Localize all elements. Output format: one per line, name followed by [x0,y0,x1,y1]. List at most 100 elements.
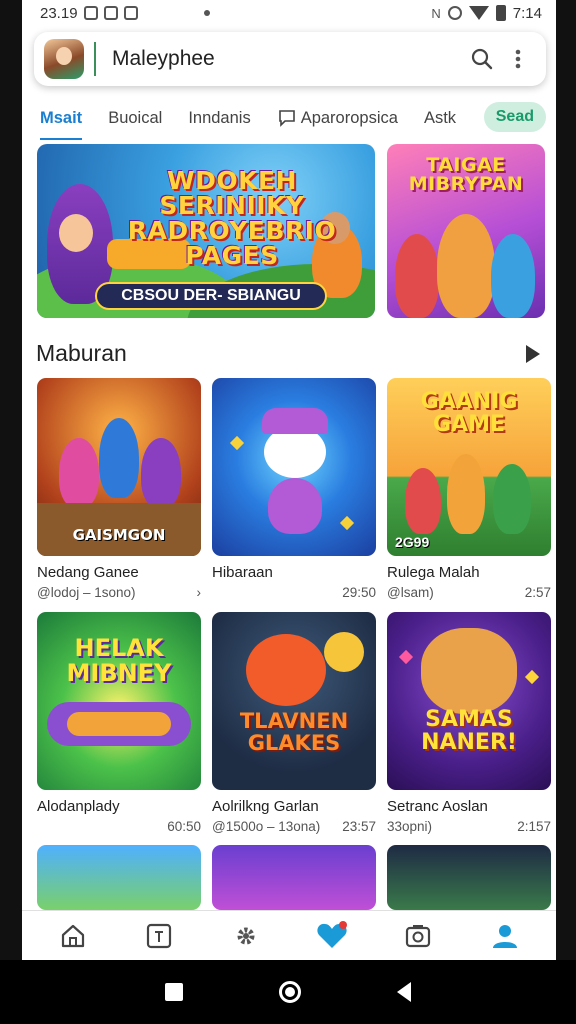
game-info: 33opni) [387,819,433,834]
thumb-fox [246,634,326,706]
thumb-character [99,418,139,498]
banner-character [491,234,535,318]
thumb-label: TLAVNEN GLAKES [239,709,349,756]
game-thumbnail[interactable]: GAISMGON [37,378,201,556]
game-card[interactable]: Hibaraan 29:50 [212,378,376,600]
back-icon[interactable] [397,982,411,1002]
banner-character-face [59,214,93,252]
game-card[interactable]: SAMAS NANER! Setranc Aoslan 33opni) 2:15… [387,612,551,834]
game-thumbnail[interactable] [387,845,551,910]
section-title: Maburan [36,340,127,366]
thumb-vehicle-top [67,712,171,736]
tab-label: Inndanis [188,108,251,127]
status-bar: 23.19 N 7:14 [22,0,556,26]
library-icon[interactable] [139,916,179,956]
tab-inndanis[interactable]: Inndanis [188,109,250,128]
game-title: Alodanplady [37,798,120,815]
game-duration: 23:57 [342,819,376,834]
banner-title: WDOKEH SERINIIKY RADROYEBRIO PAGES [127,166,337,270]
sparkle-icon [524,669,540,685]
game-thumbnail[interactable]: GAANIG GAME 2G99 [387,378,551,556]
tab-aparoropsica[interactable]: Aparoropsica [277,108,398,128]
game-title: Aolrilkng Garlan [212,798,319,815]
game-thumbnail[interactable]: SAMAS NANER! [387,612,551,790]
thumb-character [447,454,485,534]
app-screen: 23.19 N 7:14 Maleyphee Msait Buoical Inn… [22,0,556,960]
game-thumbnail[interactable]: HELAK MIBNEY [37,612,201,790]
system-navigation [0,960,576,1024]
game-title: Nedang Ganee [37,564,139,581]
game-duration: › [196,585,202,600]
thumb-character [493,464,531,534]
featured-banner[interactable]: WDOKEH SERINIIKY RADROYEBRIO PAGES CBSOU… [37,144,375,318]
game-meta: @1500o – 13ona) 23:57 [212,819,376,834]
home-button-icon[interactable] [279,981,301,1003]
thumb-label: HELAK MIBNEY [66,634,172,688]
game-card[interactable]: GAISMGON Nedang Ganee @lodoj – 1sono) › [37,378,201,600]
status-clock: 7:14 [512,4,542,22]
game-meta: 29:50 [212,585,376,600]
divider [94,42,96,76]
thumb-cat-hat [262,408,328,434]
signal-icon: N [431,5,441,21]
avatar[interactable] [44,39,84,79]
chart-icon [103,6,118,20]
game-thumbnail[interactable] [37,845,201,910]
game-thumbnail[interactable]: TLAVNEN GLAKES [212,612,376,790]
game-thumbnail[interactable] [212,845,376,910]
game-info: @lsam) [387,585,434,600]
game-duration: 2:157 [517,819,551,834]
thumb-badge: 2G99 [395,534,430,550]
status-time: 23.19 [40,4,78,22]
game-info: @lodoj – 1sono) [37,585,136,600]
settings-gear-icon[interactable] [226,916,266,956]
banner-character [395,234,439,318]
dot-icon [203,10,210,16]
game-info: @1500o – 13ona) [212,819,321,834]
wifi-icon [468,6,489,20]
thumb-label: SAMAS NANER! [421,707,517,756]
banner-pill[interactable]: CBSOU DER- SBIANGU [95,282,327,310]
home-icon[interactable] [53,916,93,956]
more-options-icon[interactable] [500,41,536,77]
favorites-icon[interactable] [312,916,352,956]
settings-icon [123,6,138,20]
game-meta: @lodoj – 1sono) › [37,585,201,600]
bottom-navigation [22,910,556,960]
game-duration: 60:50 [167,819,201,834]
camera-icon[interactable] [398,916,438,956]
game-card[interactable]: HELAK MIBNEY Alodanplady 60:50 [37,612,201,834]
profile-icon[interactable] [485,916,525,956]
thumb-character [59,438,99,508]
category-tabs: Msait Buoical Inndanis Aparoropsica Astk… [22,96,556,140]
game-title: Rulega Malah [387,564,480,581]
game-thumbnail[interactable] [212,378,376,556]
recent-apps-icon[interactable] [165,983,183,1001]
search-bar[interactable]: Maleyphee [34,32,546,86]
tab-astk[interactable]: Astk [424,109,456,128]
tab-label: Buoical [108,108,163,127]
tab-sead[interactable]: Sead [483,102,546,132]
thumb-horn [324,632,364,672]
sparkle-icon [339,515,355,531]
game-duration: 2:57 [524,585,551,600]
game-card[interactable]: TLAVNEN GLAKES Aolrilkng Garlan @1500o –… [212,612,376,834]
game-title: Hibaraan [212,564,273,581]
game-card[interactable]: GAANIG GAME 2G99 Rulega Malah @lsam) 2:5… [387,378,551,600]
game-meta: 33opni) 2:157 [387,819,551,834]
search-icon[interactable] [464,41,500,77]
section-arrow-icon[interactable] [526,345,540,363]
notification-icon [83,6,98,20]
tab-label: Aparoropsica [300,108,398,127]
search-input[interactable]: Maleyphee [112,47,464,71]
thumb-cat [421,628,517,714]
tab-label: Msait [40,108,83,127]
tab-buoical[interactable]: Buoical [108,109,162,128]
featured-banner-secondary[interactable]: TAIGAE MIBRYPAN [387,144,545,318]
sparkle-icon [398,649,414,665]
thumb-cat-body [268,478,322,534]
tab-msait[interactable]: Msait [40,108,83,140]
thumb-character [405,468,441,534]
thumb-label: GAISMGON [72,526,166,544]
sparkle-icon [229,435,245,451]
